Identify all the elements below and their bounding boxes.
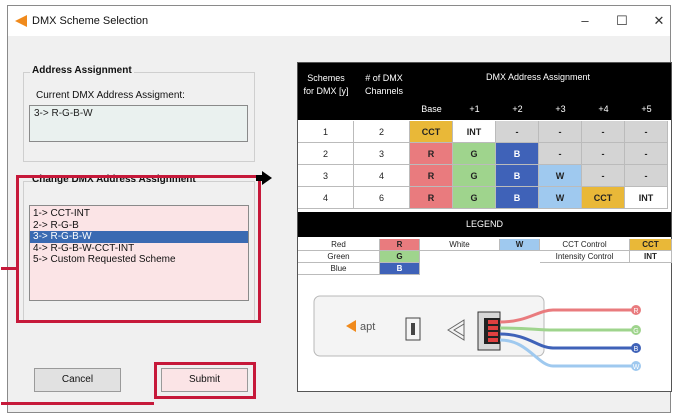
column-header: +3 <box>555 104 566 114</box>
close-button[interactable]: ✕ <box>648 12 670 30</box>
header-channels: # of DMX Channels <box>364 73 404 96</box>
legend-name: White <box>420 239 500 251</box>
table-cell: - <box>582 165 625 187</box>
wire-label: B <box>634 346 639 353</box>
table-cell: - <box>496 121 539 143</box>
column-header: +2 <box>512 104 523 114</box>
table-cell: - <box>582 121 625 143</box>
device-brand: apt <box>360 321 375 333</box>
minimize-button[interactable]: – <box>574 12 596 30</box>
legend-code: R <box>380 239 420 251</box>
table-cell: G <box>453 165 496 187</box>
column-header: +5 <box>641 104 652 114</box>
table-cell: R <box>410 187 453 209</box>
table-header: Schemes for DMX [y] # of DMX Channels DM… <box>298 63 671 120</box>
header-assignment: DMX Address Assignment <box>485 72 591 82</box>
legend-code: CCT <box>630 239 672 251</box>
address-assignment-group: Address Assignment Current DMX Address A… <box>23 65 255 162</box>
legend-name: CCT Control <box>540 239 630 251</box>
column-header: +4 <box>598 104 609 114</box>
arrow-right-icon <box>262 171 272 185</box>
legend-code: INT <box>630 251 672 263</box>
highlight-connector <box>1 267 16 270</box>
legend-name: Blue <box>298 263 380 275</box>
table-cell: 1 <box>298 121 354 143</box>
legend-name: Green <box>298 251 380 263</box>
table-cell: 4 <box>298 187 354 209</box>
header-schemes: Schemes for DMX [y] <box>303 73 349 96</box>
table-cell: - <box>582 143 625 165</box>
table-cell: INT <box>453 121 496 143</box>
wire-label: W <box>633 364 640 371</box>
highlight-box-submit <box>154 362 256 399</box>
wire-label: G <box>633 328 638 335</box>
scheme-reference-panel: Schemes for DMX [y] # of DMX Channels DM… <box>297 62 672 392</box>
table-cell: R <box>410 165 453 187</box>
wire-label: R <box>633 308 638 315</box>
legend-code: W <box>500 239 540 251</box>
table-cell: G <box>453 143 496 165</box>
table-cell: W <box>539 187 582 209</box>
table-cell: B <box>496 143 539 165</box>
table-cell: R <box>410 143 453 165</box>
table-cell: 2 <box>354 121 410 143</box>
table-cell: - <box>539 143 582 165</box>
table-cell: 3 <box>354 143 410 165</box>
table-cell: B <box>496 165 539 187</box>
maximize-button[interactable]: ☐ <box>611 12 633 30</box>
table-cell: 2 <box>298 143 354 165</box>
address-assignment-label: Address Assignment <box>30 65 134 76</box>
highlight-connector-submit <box>1 402 154 405</box>
table-cell: 3 <box>298 165 354 187</box>
window-title: DMX Scheme Selection <box>32 15 149 27</box>
legend-name: Intensity Control <box>540 251 630 263</box>
legend-name: Red <box>298 239 380 251</box>
table-cell: B <box>496 187 539 209</box>
current-assignment-label: Current DMX Address Assigment: <box>36 90 185 101</box>
table-cell: G <box>453 187 496 209</box>
table-cell: - <box>625 143 668 165</box>
table-cell: - <box>625 121 668 143</box>
current-assignment-value: 3-> R-G-B-W <box>29 105 248 142</box>
column-header: +1 <box>469 104 480 114</box>
legend-code: B <box>380 263 420 275</box>
table-cell: INT <box>625 187 668 209</box>
table-cell: CCT <box>582 187 625 209</box>
app-logo-icon <box>15 15 27 27</box>
column-header: Base <box>421 104 442 114</box>
title-bar: DMX Scheme Selection – ☐ ✕ <box>8 6 670 36</box>
table-cell: - <box>539 121 582 143</box>
cancel-button[interactable]: Cancel <box>34 368 121 392</box>
highlight-box-options <box>16 175 261 323</box>
legend-title: LEGEND <box>298 212 671 237</box>
table-cell: W <box>539 165 582 187</box>
table-cell: CCT <box>410 121 453 143</box>
device-diagram: apt R G B W <box>313 295 641 371</box>
table-cell: - <box>625 165 668 187</box>
table-cell: 4 <box>354 165 410 187</box>
legend-code: G <box>380 251 420 263</box>
table-cell: 6 <box>354 187 410 209</box>
